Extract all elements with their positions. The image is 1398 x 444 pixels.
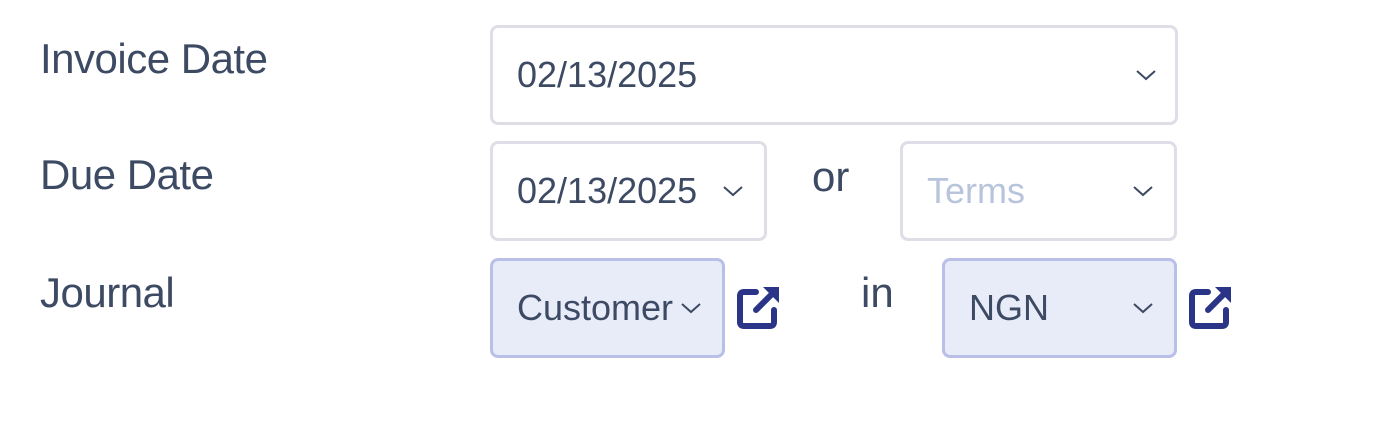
chevron-down-icon (1136, 70, 1156, 81)
chevron-down-icon (1133, 303, 1153, 314)
chevron-down-icon (723, 186, 743, 197)
terms-select[interactable]: Terms (900, 141, 1177, 241)
due-date-value: 02/13/2025 (517, 170, 698, 211)
chevron-down-icon (1133, 186, 1153, 197)
invoice-date-label: Invoice Date (40, 35, 268, 82)
currency-select[interactable]: NGN (942, 258, 1177, 358)
journal-label: Journal (40, 269, 175, 316)
terms-placeholder: Terms (927, 170, 1025, 211)
external-link-icon[interactable] (1188, 284, 1234, 330)
due-date-label: Due Date (40, 151, 214, 198)
chevron-down-icon (681, 303, 701, 314)
due-date-select[interactable]: 02/13/2025 (490, 141, 767, 241)
external-link-icon[interactable] (736, 284, 782, 330)
in-text: in (861, 269, 894, 316)
invoice-date-value: 02/13/2025 (517, 54, 698, 95)
journal-select[interactable]: Customer (490, 258, 725, 358)
currency-value: NGN (969, 287, 1049, 328)
journal-value: Customer (517, 287, 674, 328)
invoice-date-select[interactable]: 02/13/2025 (490, 25, 1178, 125)
or-text: or (812, 153, 850, 200)
